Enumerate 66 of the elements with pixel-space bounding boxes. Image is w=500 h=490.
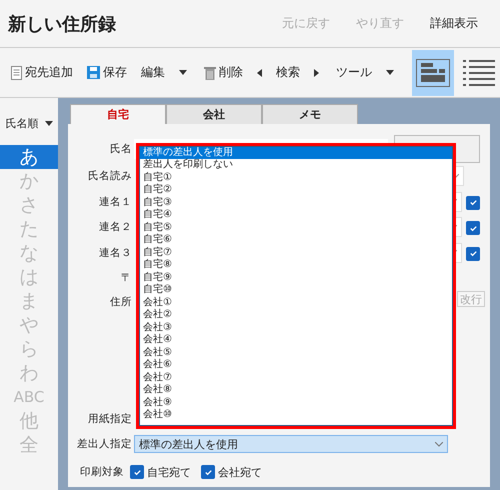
toolbar-button[interactable]: 削除 bbox=[199, 64, 248, 81]
dropdown-option[interactable]: 会社① bbox=[140, 296, 452, 309]
tab[interactable]: メモ bbox=[262, 104, 358, 124]
caret-down-icon[interactable] bbox=[386, 70, 394, 75]
dropdown-option[interactable]: 会社② bbox=[140, 309, 452, 322]
checkmark-icon bbox=[204, 468, 212, 476]
dropdown-option[interactable]: 自宅② bbox=[140, 184, 452, 196]
checkmark-icon bbox=[468, 224, 478, 233]
toolbar-button[interactable]: 宛先追加 bbox=[6, 64, 78, 81]
dropdown-option[interactable]: 会社⑥ bbox=[140, 359, 452, 372]
tab[interactable]: 自宅 bbox=[70, 104, 166, 124]
field-label: 印刷対象 bbox=[79, 465, 125, 479]
document-icon bbox=[11, 66, 22, 80]
checkbox[interactable] bbox=[466, 221, 480, 236]
checkbox[interactable] bbox=[466, 246, 480, 261]
caret-down-icon[interactable] bbox=[44, 121, 52, 126]
checkmark-icon bbox=[468, 198, 478, 208]
checkmark-icon bbox=[132, 468, 142, 476]
field-label: 〒 bbox=[120, 271, 133, 286]
dropdown-option[interactable]: 自宅⑤ bbox=[140, 222, 452, 234]
card-view-button[interactable] bbox=[412, 50, 454, 96]
dropdown-option[interactable]: 会社④ bbox=[140, 334, 452, 346]
dropdown-option[interactable]: 会社③ bbox=[140, 322, 452, 334]
caret-right-icon[interactable] bbox=[314, 68, 319, 76]
field-label: 住所 bbox=[109, 295, 133, 309]
dropdown-option[interactable]: 会社⑦ bbox=[140, 372, 452, 384]
dropdown-option[interactable]: 自宅④ bbox=[140, 209, 452, 222]
checkbox[interactable] bbox=[466, 196, 480, 210]
dropdown-option[interactable]: 会社⑤ bbox=[140, 346, 452, 359]
checkbox[interactable] bbox=[130, 465, 144, 479]
field-label: 連名１ bbox=[98, 194, 133, 209]
field-label: 差出人指定 bbox=[76, 437, 133, 452]
dropdown-option[interactable]: 差出人を印刷しない bbox=[140, 159, 452, 172]
dropdown-option[interactable]: 自宅⑨ bbox=[140, 272, 452, 284]
caret-left-icon[interactable] bbox=[257, 68, 262, 76]
menu-button[interactable]: 編集 bbox=[141, 64, 165, 81]
field-label: 氏名 bbox=[109, 142, 133, 156]
checkbox-label: 自宅宛て bbox=[147, 464, 191, 480]
dropdown-option[interactable]: 自宅① bbox=[140, 172, 452, 184]
toolbar-button[interactable]: 保存 bbox=[82, 64, 132, 81]
field-label: 連名２ bbox=[98, 220, 133, 234]
window-title: 新しい住所録 bbox=[8, 12, 117, 36]
dropdown-option[interactable]: 自宅⑦ bbox=[140, 246, 452, 259]
dropdown-option[interactable]: 自宅⑧ bbox=[140, 259, 452, 272]
sender-select[interactable]: 標準の差出人を使用 bbox=[134, 435, 448, 454]
dropdown-option[interactable]: 自宅⑥ bbox=[140, 234, 452, 246]
dropdown-option[interactable]: 標準の差出人を使用 bbox=[140, 146, 452, 159]
dropdown-option[interactable]: 会社⑩ bbox=[140, 409, 452, 422]
trash-icon bbox=[204, 66, 216, 80]
sort-dropdown[interactable]: 氏名順 bbox=[6, 116, 38, 131]
checkbox-label: 会社宛て bbox=[218, 464, 262, 480]
field-label: 連名３ bbox=[98, 246, 133, 260]
field-label: 用紙指定 bbox=[87, 412, 133, 426]
dropdown-option[interactable]: 会社⑧ bbox=[140, 384, 452, 396]
dropdown-option[interactable]: 会社⑨ bbox=[140, 396, 452, 409]
tab[interactable]: 会社 bbox=[166, 104, 262, 124]
field-label: 氏名読み bbox=[87, 169, 133, 184]
index-item[interactable]: あ bbox=[0, 145, 58, 169]
checkbox[interactable] bbox=[201, 465, 215, 479]
dropdown-option[interactable]: 自宅③ bbox=[140, 196, 452, 209]
caret-down-icon[interactable] bbox=[179, 70, 187, 75]
checkmark-icon bbox=[468, 249, 478, 258]
header-action[interactable]: 詳細表示 bbox=[430, 15, 478, 32]
menu-button[interactable]: ツール bbox=[336, 64, 372, 81]
search-button[interactable]: 検索 bbox=[276, 64, 300, 81]
dropdown-option[interactable]: 自宅⑩ bbox=[140, 284, 452, 296]
